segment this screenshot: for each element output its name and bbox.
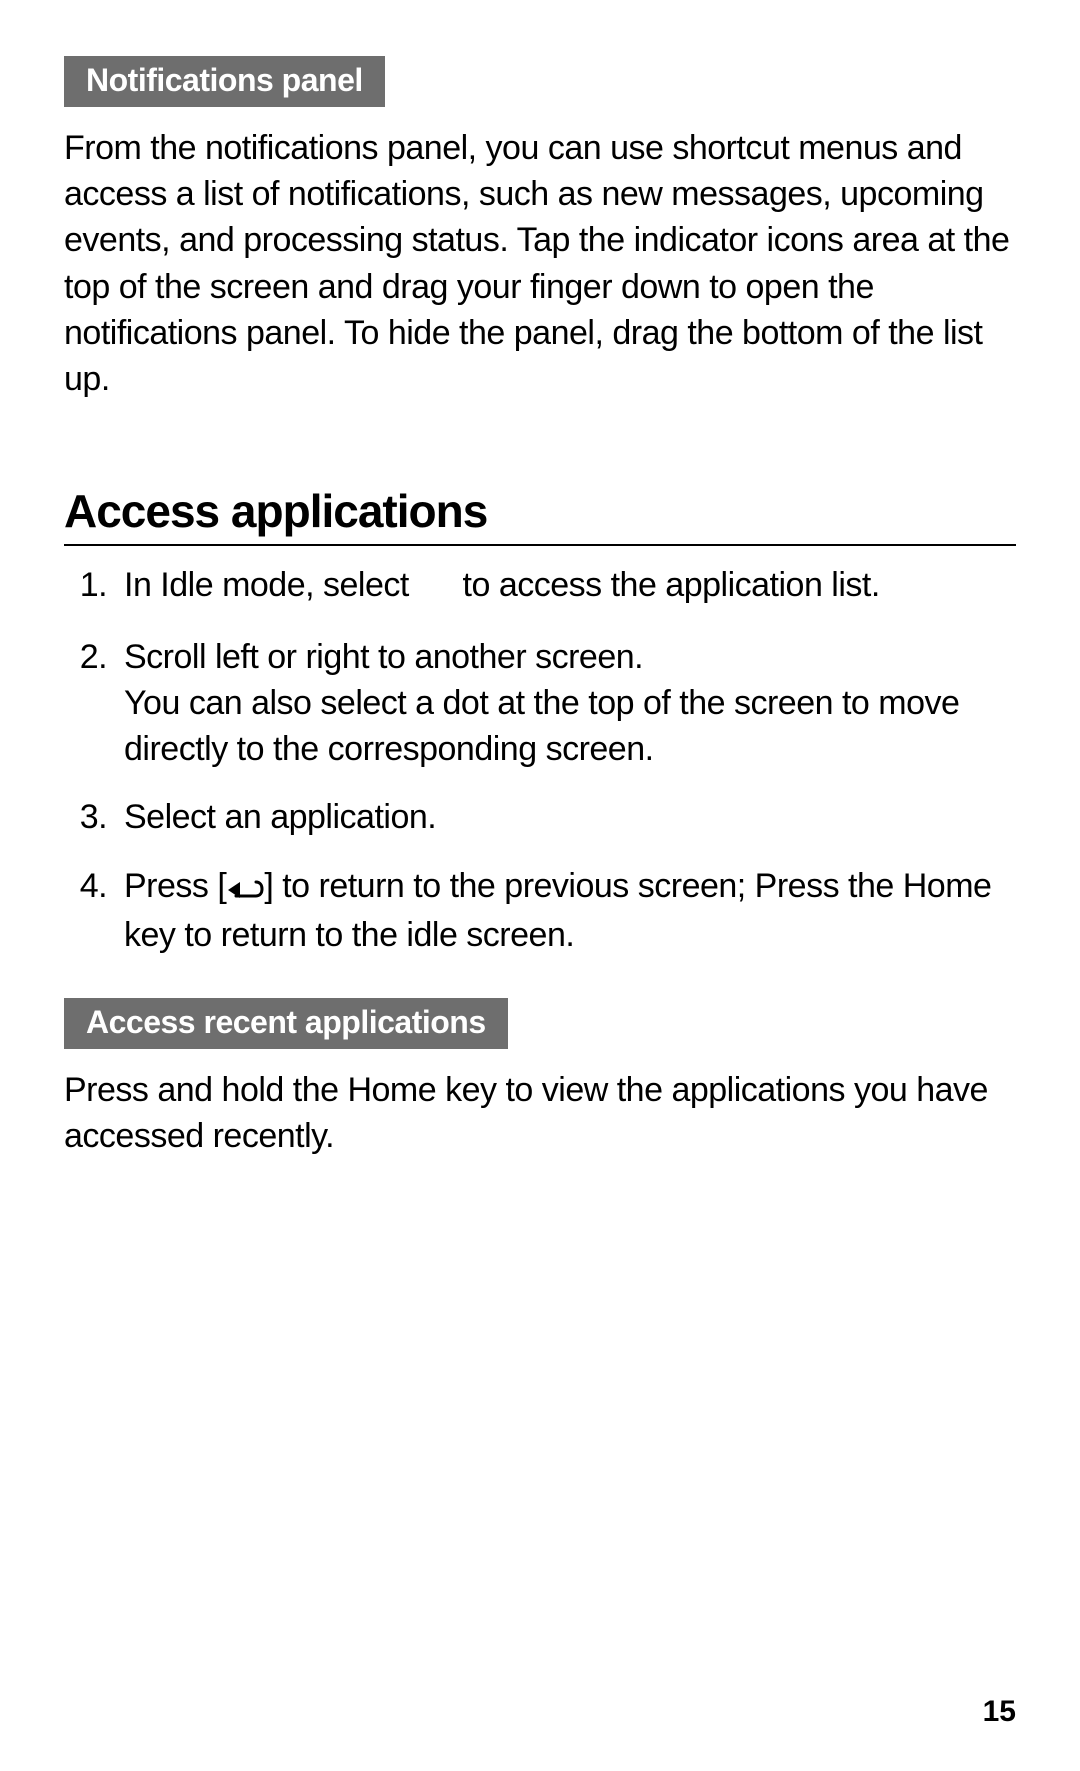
apps-grid-icon: [418, 565, 454, 611]
step-4-text-before: Press [: [124, 867, 226, 905]
step-1-text-after: to access the application list.: [454, 566, 880, 604]
steps-list: In Idle mode, select to access the appli…: [64, 562, 1016, 958]
heading-rule: [64, 544, 1016, 546]
step-2: Scroll left or right to another screen. …: [116, 634, 1016, 773]
subsection-tag-notifications: Notifications panel: [64, 56, 385, 107]
heading-access-applications: Access applications: [64, 484, 1016, 538]
page-number: 15: [983, 1695, 1016, 1729]
step-3: Select an application.: [116, 794, 1016, 840]
step-4: Press [] to return to the previous scree…: [116, 863, 1016, 958]
step-2-text: Scroll left or right to another screen.: [124, 638, 643, 676]
step-1-text-before: In Idle mode, select: [124, 566, 418, 604]
manual-page: Notifications panel From the notificatio…: [0, 0, 1080, 1771]
recent-apps-description: Press and hold the Home key to view the …: [64, 1067, 1016, 1159]
notifications-panel-description: From the notifications panel, you can us…: [64, 125, 1016, 402]
back-icon: [226, 866, 264, 912]
subsection-tag-recent-apps: Access recent applications: [64, 998, 508, 1049]
step-2-subtext: You can also select a dot at the top of …: [124, 680, 1016, 772]
step-3-text: Select an application.: [124, 798, 436, 836]
step-1: In Idle mode, select to access the appli…: [116, 562, 1016, 611]
